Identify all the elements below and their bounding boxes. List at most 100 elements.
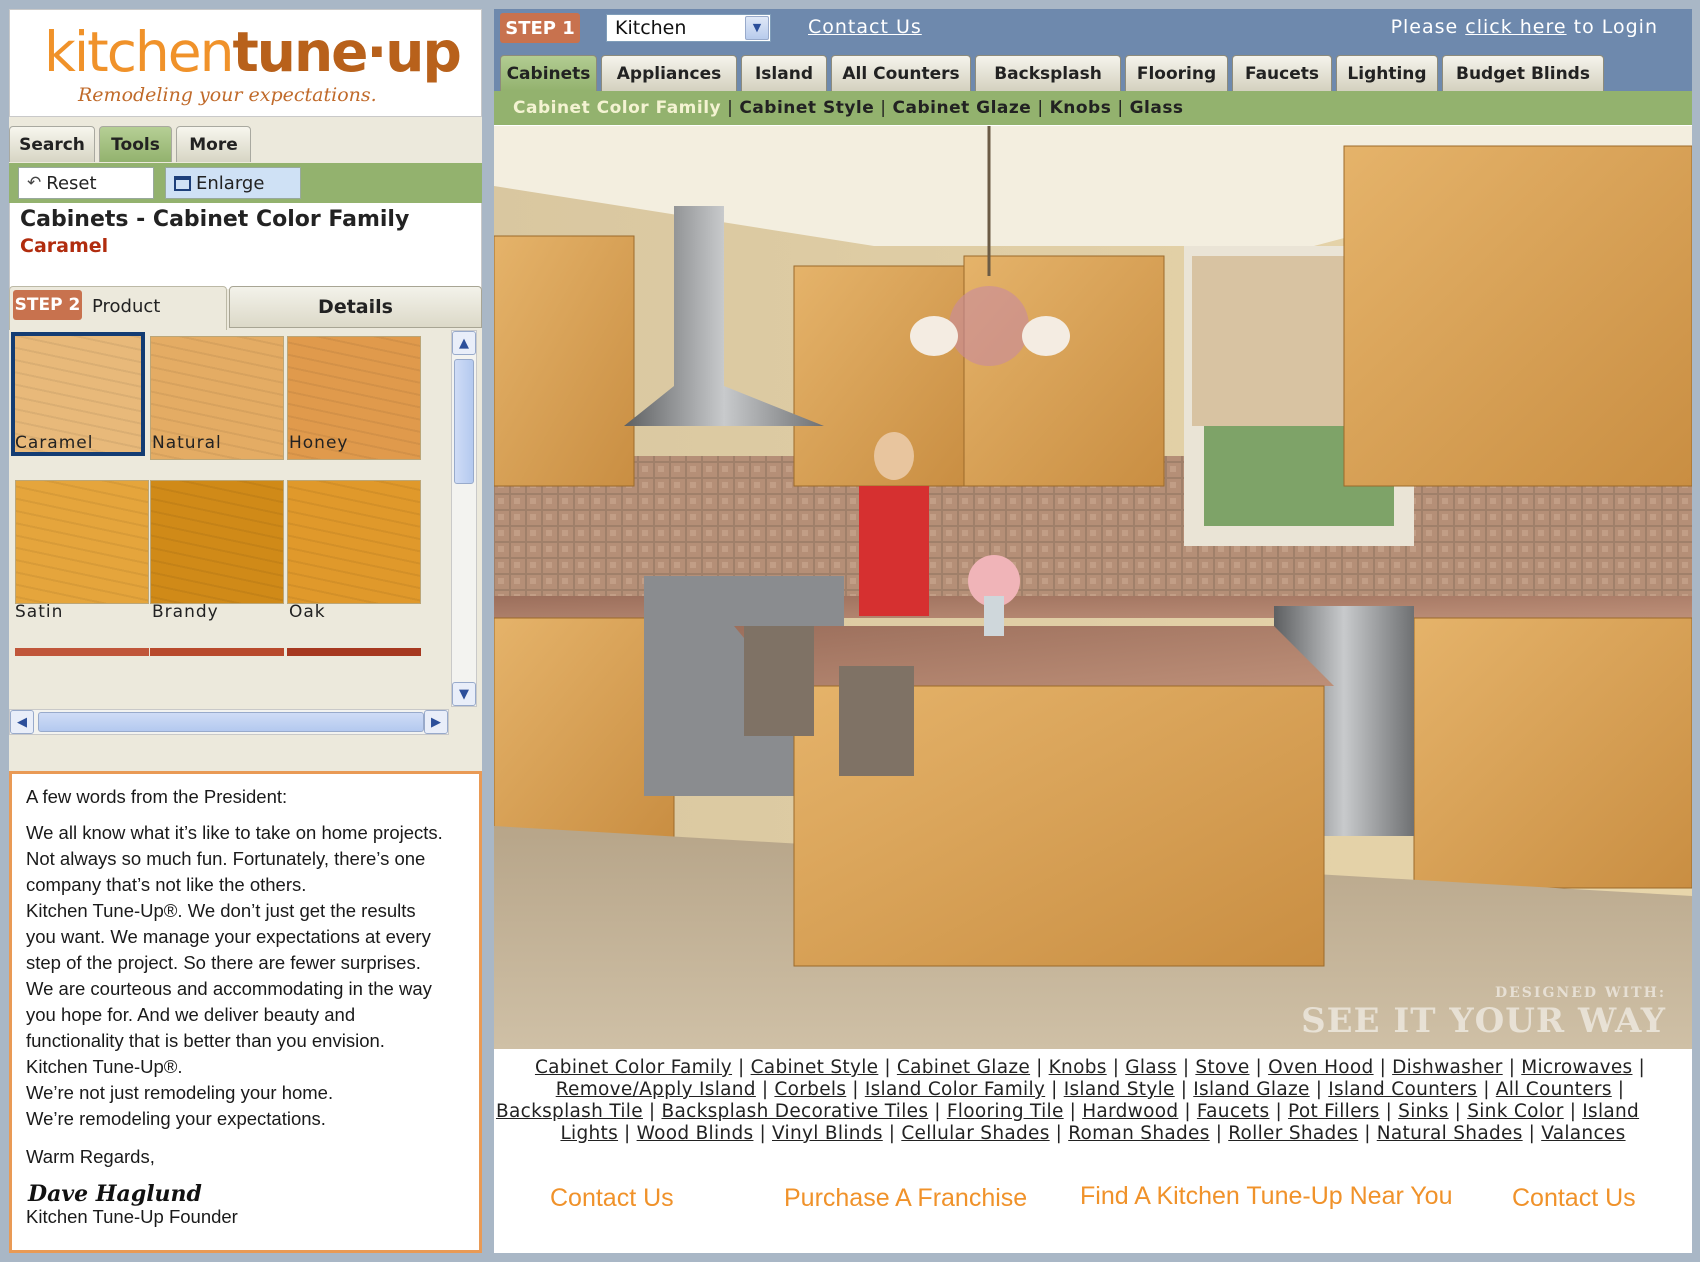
option-link[interactable]: Oven Hood <box>1268 1057 1374 1078</box>
vertical-scrollbar[interactable]: ▲ ▼ <box>451 330 477 707</box>
tab-more[interactable]: More <box>176 126 251 162</box>
link-separator: | <box>1385 1101 1393 1122</box>
sub-nav: Cabinet Color Family | Cabinet Style | Cab… <box>494 91 1692 125</box>
logo-word-kitchen: kitchen <box>44 20 234 84</box>
tab-details[interactable]: Details <box>229 286 482 328</box>
letter-line: step of the project. So there are fewer … <box>26 952 421 973</box>
kitchen-preview-image: DESIGNED WITH: SEE IT YOUR WAY <box>494 126 1692 1049</box>
option-link[interactable]: Island Glaze <box>1193 1079 1309 1100</box>
enlarge-button[interactable]: Enlarge <box>165 167 301 199</box>
option-link[interactable]: Cellular Shades <box>901 1123 1049 1144</box>
footer-contact-us-right[interactable]: Contact Us <box>1512 1184 1636 1213</box>
footer-find-near-you[interactable]: Find A Kitchen Tune-Up Near You <box>1080 1182 1452 1211</box>
option-link[interactable]: Flooring Tile <box>947 1101 1064 1122</box>
chevron-down-icon[interactable]: ▼ <box>745 16 769 40</box>
subnav-knobs[interactable]: Knobs <box>1050 98 1112 118</box>
letter-line: Kitchen Tune-Up®. <box>26 1056 183 1077</box>
link-separator: | <box>1483 1079 1490 1100</box>
option-link[interactable]: Roller Shades <box>1228 1123 1358 1144</box>
tab-appliances[interactable]: Appliances <box>601 55 737 91</box>
swatch-oak[interactable] <box>287 480 421 604</box>
link-separator: | <box>1215 1123 1223 1144</box>
tab-budget-blinds[interactable]: Budget Blinds <box>1442 55 1604 91</box>
option-link[interactable]: Valances <box>1541 1123 1625 1144</box>
swatch-label-brandy: Brandy <box>152 602 219 622</box>
subnav-cabinet-style[interactable]: Cabinet Style <box>739 98 874 118</box>
link-separator: | <box>759 1123 766 1144</box>
link-separator: | <box>738 1057 745 1078</box>
option-link[interactable]: Dishwasher <box>1392 1057 1503 1078</box>
option-link[interactable]: Corbels <box>774 1079 846 1100</box>
option-link[interactable]: Vinyl Blinds <box>772 1123 883 1144</box>
tab-all-counters[interactable]: All Counters <box>831 55 971 91</box>
scroll-down-icon[interactable]: ▼ <box>452 682 476 706</box>
option-link[interactable]: Island Style <box>1064 1079 1175 1100</box>
vertical-scroll-thumb[interactable] <box>454 359 474 484</box>
link-separator: | <box>1454 1101 1462 1122</box>
tab-faucets[interactable]: Faucets <box>1232 55 1332 91</box>
link-separator: | <box>624 1123 631 1144</box>
option-link[interactable]: Cabinet Style <box>751 1057 879 1078</box>
room-select[interactable]: Kitchen ▼ <box>606 14 771 42</box>
contact-us-link[interactable]: Contact Us <box>808 16 922 38</box>
option-link[interactable]: Microwaves <box>1521 1057 1632 1078</box>
option-link[interactable]: Faucets <box>1197 1101 1270 1122</box>
option-link[interactable]: Island Counters <box>1328 1079 1477 1100</box>
letter-body: We all know what it’s like to take on ho… <box>26 820 476 1132</box>
option-link[interactable]: Sink Color <box>1467 1101 1564 1122</box>
step2-badge: STEP 2 <box>13 290 82 320</box>
reset-button[interactable]: ↶ Reset <box>18 167 154 199</box>
swatch-satin[interactable] <box>15 480 149 604</box>
option-link[interactable]: Cabinet Glaze <box>897 1057 1030 1078</box>
tab-lighting[interactable]: Lighting <box>1336 55 1438 91</box>
letter-line: We all know what it’s like to take on ho… <box>26 822 443 843</box>
footer-contact-us-left[interactable]: Contact Us <box>550 1184 674 1213</box>
option-link[interactable]: Natural Shades <box>1377 1123 1523 1144</box>
option-link[interactable]: Knobs <box>1049 1057 1107 1078</box>
enlarge-label: Enlarge <box>196 172 265 194</box>
letter-line: Not always so much fun. Fortunately, the… <box>26 848 426 869</box>
option-link[interactable]: Backsplash Decorative Tiles <box>661 1101 928 1122</box>
option-link[interactable]: Pot Fillers <box>1288 1101 1380 1122</box>
link-separator: | <box>1528 1123 1536 1144</box>
letter-line: functionality that is better than you en… <box>26 1030 385 1051</box>
link-separator: | <box>1617 1079 1625 1100</box>
tab-island[interactable]: Island <box>741 55 827 91</box>
undo-icon: ↶ <box>27 173 42 193</box>
option-link[interactable]: Roman Shades <box>1068 1123 1209 1144</box>
subnav-glass[interactable]: Glass <box>1130 98 1184 118</box>
option-link[interactable]: Island Color Family <box>865 1079 1045 1100</box>
option-link[interactable]: Sinks <box>1398 1101 1448 1122</box>
footer-purchase-franchise[interactable]: Purchase A Franchise <box>784 1184 1027 1213</box>
tab-tools[interactable]: Tools <box>99 126 172 162</box>
swatch-brandy[interactable] <box>150 480 284 604</box>
option-link[interactable]: Stove <box>1195 1057 1249 1078</box>
option-link[interactable]: Glass <box>1125 1057 1177 1078</box>
subnav-cabinet-color-family[interactable]: Cabinet Color Family <box>513 98 721 118</box>
login-link[interactable]: click here <box>1465 16 1566 38</box>
tab-cabinets[interactable]: Cabinets <box>500 55 597 91</box>
option-link[interactable]: Lights <box>560 1123 618 1144</box>
scroll-left-icon[interactable]: ◀ <box>10 710 34 734</box>
horizontal-scrollbar[interactable]: ◀ ▶ <box>9 709 449 735</box>
link-separator: | <box>1180 1079 1188 1100</box>
horizontal-scroll-thumb[interactable] <box>38 712 424 732</box>
tab-backsplash[interactable]: Backsplash <box>975 55 1121 91</box>
subnav-cabinet-glaze[interactable]: Cabinet Glaze <box>893 98 1032 118</box>
option-link[interactable]: Hardwood <box>1082 1101 1178 1122</box>
scroll-up-icon[interactable]: ▲ <box>452 331 476 355</box>
tab-flooring[interactable]: Flooring <box>1125 55 1228 91</box>
option-link[interactable]: Remove/Apply Island <box>556 1079 756 1100</box>
reset-label: Reset <box>46 172 97 194</box>
scroll-right-icon[interactable]: ▶ <box>424 710 448 734</box>
link-separator: | <box>852 1079 859 1100</box>
tab-search[interactable]: Search <box>9 126 95 162</box>
option-link[interactable]: Cabinet Color Family <box>535 1057 732 1078</box>
option-link[interactable]: Island <box>1582 1101 1639 1122</box>
tab-product[interactable]: STEP 2 Product <box>9 286 227 330</box>
link-separator: | <box>1036 1057 1043 1078</box>
subnav-separator: | <box>1037 98 1044 118</box>
option-link[interactable]: Wood Blinds <box>637 1123 754 1144</box>
option-link[interactable]: Backsplash Tile <box>496 1101 643 1122</box>
option-link[interactable]: All Counters <box>1496 1079 1612 1100</box>
